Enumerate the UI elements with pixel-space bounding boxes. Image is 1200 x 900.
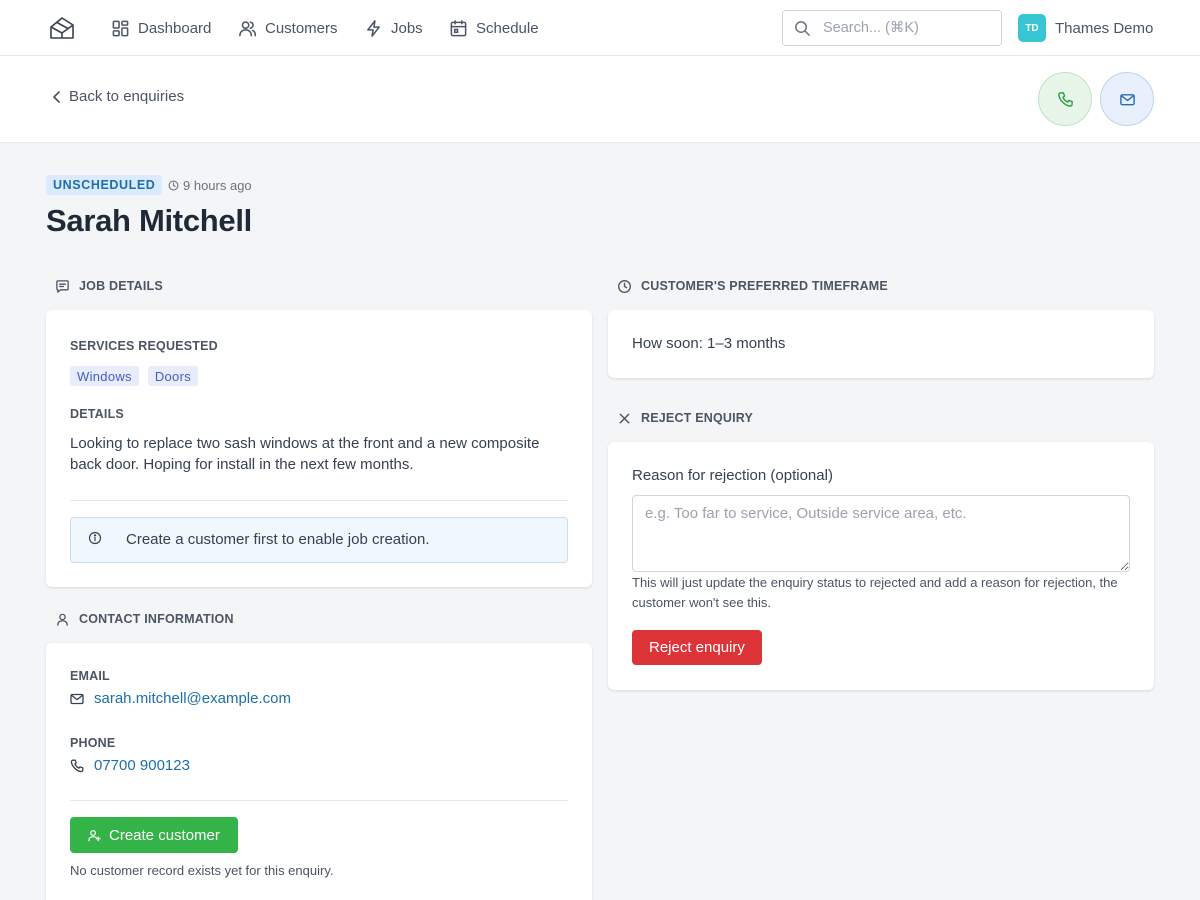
create-customer-button[interactable]: Create customer [70,817,238,853]
back-label: Back to enquiries [69,88,185,105]
users-icon [238,19,257,38]
reject-enquiry-button[interactable]: Reject enquiry [632,630,762,665]
nav-schedule-label: Schedule [476,19,539,37]
calendar-icon [449,19,468,38]
contact-card: EMAIL sarah.mitchell@example.com PHONE 0… [46,643,592,900]
phone-row: 07700 900123 [70,757,190,774]
reject-enquiry-heading: REJECT ENQUIRY [617,409,753,427]
timeframe-card: How soon: 1–3 months [608,310,1154,378]
nav-jobs-label: Jobs [391,19,423,37]
divider [70,800,568,801]
service-tags: Windows Doors [70,366,199,386]
mail-icon [70,692,84,706]
nav-schedule[interactable]: Schedule [449,16,539,40]
grid-icon [111,19,130,38]
back-to-enquiries-link[interactable]: Back to enquiries [50,88,184,105]
user-icon [55,612,70,627]
nav-customers-label: Customers [265,19,338,37]
rejection-help-text: This will just update the enquiry status… [632,575,1118,610]
clock-icon [617,279,632,294]
house-logo-icon[interactable] [48,14,76,42]
user-plus-icon [88,829,101,842]
phone-icon [1057,91,1074,108]
phone-icon [70,759,84,773]
job-details-card: SERVICES REQUESTED Windows Doors DETAILS… [46,310,592,587]
avatar: TD [1018,14,1046,42]
top-navigation: Dashboard Customers Jobs Schedule Search… [0,0,1200,56]
close-icon [617,411,632,426]
preferred-timeframe-heading: CUSTOMER'S PREFERRED TIMEFRAME [617,277,888,295]
details-label: DETAILS [70,407,124,421]
job-details-heading-text: JOB DETAILS [79,279,163,293]
service-tag-doors: Doors [147,366,199,386]
nav-dashboard-label: Dashboard [138,19,212,37]
timeframe-text: How soon: 1–3 months [632,335,786,352]
rejection-reason-textarea[interactable] [632,495,1130,572]
lightning-icon [364,19,383,38]
clock-icon [168,180,179,191]
reject-card: Reason for rejection (optional) This wil… [608,442,1154,690]
search-box[interactable] [782,10,1002,46]
created-time: 9 hours ago [168,176,252,194]
account-menu[interactable]: TD Thames Demo [1018,14,1153,42]
search-icon [794,20,811,37]
phone-label: PHONE [70,736,116,750]
page-toolbar: Back to enquiries [0,56,1200,143]
info-alert: Create a customer first to enable job cr… [70,517,568,563]
timeframe-heading-text: CUSTOMER'S PREFERRED TIMEFRAME [641,279,888,293]
rejection-reason-label: Reason for rejection (optional) [632,467,833,484]
contact-heading-text: CONTACT INFORMATION [79,612,234,626]
chevron-left-icon [50,90,64,104]
email-label: EMAIL [70,669,110,683]
details-text: Looking to replace two sash windows at t… [70,435,540,473]
call-button[interactable] [1038,72,1092,126]
contact-information-heading: CONTACT INFORMATION [55,610,234,628]
mail-icon [1119,91,1136,108]
divider [70,500,568,501]
reject-heading-text: REJECT ENQUIRY [641,411,754,425]
services-requested-label: SERVICES REQUESTED [70,339,218,353]
status-badge: UNSCHEDULED [46,175,163,195]
email-button[interactable] [1100,72,1154,126]
no-customer-note: No customer record exists yet for this e… [70,863,334,878]
time-ago-text: 9 hours ago [183,177,252,193]
nav-dashboard[interactable]: Dashboard [111,16,211,40]
account-name: Thames Demo [1055,19,1154,37]
job-details-heading: JOB DETAILS [55,277,163,295]
search-input[interactable] [823,20,983,36]
nav-jobs[interactable]: Jobs [364,16,423,40]
info-text: Create a customer first to enable job cr… [126,531,430,548]
create-customer-label: Create customer [109,826,220,844]
service-tag-windows: Windows [70,366,139,386]
email-row: sarah.mitchell@example.com [70,690,291,707]
email-link[interactable]: sarah.mitchell@example.com [94,690,291,707]
message-square-icon [55,279,70,294]
page-title: Sarah Mitchell [46,203,252,238]
phone-link[interactable]: 07700 900123 [94,757,190,774]
nav-customers[interactable]: Customers [238,16,338,40]
